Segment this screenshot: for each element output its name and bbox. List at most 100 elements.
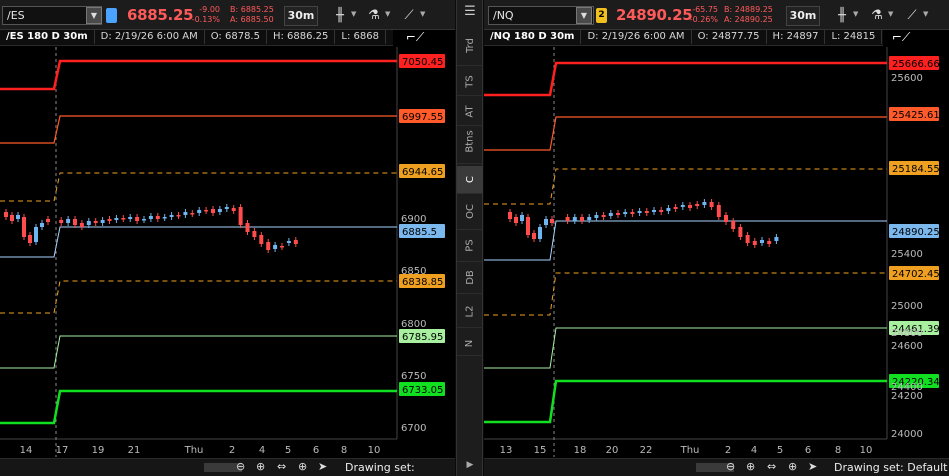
net-change: -65.75 -0.26% bbox=[684, 5, 718, 25]
pointer-icon[interactable]: ➤ bbox=[808, 460, 817, 473]
time-tick-label: Thu bbox=[184, 445, 204, 456]
candle-body bbox=[162, 217, 167, 219]
sidebar-tab-label: AT bbox=[464, 105, 476, 118]
sidebar-tab-db[interactable]: DB bbox=[457, 264, 483, 294]
candle-body bbox=[716, 205, 721, 217]
zoom-in-icon[interactable]: ⊕ bbox=[256, 460, 265, 473]
drawing-tools-icon[interactable]: ⟋ bbox=[902, 6, 922, 26]
chevron-down-icon[interactable]: ▼ bbox=[420, 10, 425, 18]
chevron-down-icon[interactable]: ▼ bbox=[888, 10, 893, 18]
sidebar-tab-label: PS bbox=[464, 239, 476, 252]
zoom-out-icon[interactable]: ⊖ bbox=[726, 460, 735, 473]
symbol-dropdown-button[interactable]: ▼ bbox=[86, 7, 102, 24]
candle-body bbox=[73, 219, 77, 225]
open-label: O: 6878.5 bbox=[205, 30, 267, 44]
candle-body bbox=[616, 213, 620, 215]
candle-body bbox=[46, 219, 50, 222]
drawing-set-label[interactable]: Drawing set: Default bbox=[345, 461, 455, 476]
link-badge[interactable] bbox=[106, 8, 117, 23]
time-tick-label: 18 bbox=[574, 445, 587, 456]
level-price-label: 6997.55 bbox=[402, 112, 443, 123]
level-price-label: 24890.25 bbox=[892, 227, 940, 238]
price-tick-label: 6900 bbox=[401, 214, 426, 225]
flask-icon[interactable]: ⚗ bbox=[364, 6, 384, 26]
pan-icon[interactable]: ⇔ bbox=[767, 460, 776, 473]
chevron-down-icon[interactable]: ▼ bbox=[853, 10, 858, 18]
sidebar-tab-l2[interactable]: L2 bbox=[457, 298, 483, 328]
chart-pane-nq: /NQ ▼ 2 24890.25 -65.75 -0.26% B: 24889.2… bbox=[484, 0, 949, 476]
hamburger-icon[interactable]: ☰ bbox=[457, 4, 483, 24]
candle-body bbox=[252, 231, 257, 237]
candle-body bbox=[520, 215, 524, 221]
crosshair-icon[interactable]: ⊕ bbox=[298, 460, 307, 473]
candle-body bbox=[731, 221, 736, 229]
change-percent: -0.13% bbox=[191, 15, 220, 24]
date-label: D: 2/19/26 6:00 AM bbox=[581, 30, 692, 44]
sidebar-tab-ts[interactable]: TS bbox=[457, 68, 483, 96]
level-price-label: 6885.5 bbox=[402, 227, 437, 238]
style-settings-icon[interactable]: ⌐⟋ bbox=[890, 30, 912, 48]
candle-body bbox=[79, 223, 84, 227]
timeframe-button[interactable]: 30m bbox=[786, 6, 820, 26]
time-tick-label: 17 bbox=[56, 445, 69, 456]
candle-body bbox=[293, 240, 298, 244]
zoom-in-icon[interactable]: ⊕ bbox=[746, 460, 755, 473]
price-chart[interactable]: 7050.45 6997.55 6944.65 6885.5 6838.85 6785.9… bbox=[0, 47, 455, 457]
style-settings-icon[interactable]: ⌐⟋ bbox=[404, 30, 426, 48]
candle-body bbox=[100, 220, 105, 223]
candle-body bbox=[238, 207, 243, 225]
net-change: -9.00 -0.13% bbox=[188, 5, 220, 25]
crosshair-icon[interactable]: ⊕ bbox=[788, 460, 797, 473]
sidebar-tab-at[interactable]: AT bbox=[457, 98, 483, 126]
sidebar-tab-oc[interactable]: OC bbox=[457, 198, 483, 230]
price-chart[interactable]: 25666.66 25425.61 25184.55 24890.25 24702.45… bbox=[484, 47, 949, 457]
chevron-down-icon[interactable]: ▼ bbox=[385, 10, 390, 18]
study-label: /NQ 180 D 30m bbox=[484, 30, 582, 44]
candle-body bbox=[774, 237, 779, 241]
chevron-down-icon[interactable]: ▼ bbox=[923, 10, 928, 18]
price-tick-label: 25000 bbox=[891, 301, 923, 312]
sidebar-tab-n[interactable]: N bbox=[457, 330, 483, 356]
sidebar-tab-ps[interactable]: PS bbox=[457, 232, 483, 262]
chevron-down-icon[interactable]: ▼ bbox=[351, 10, 356, 18]
level-price-label: 6733.05 bbox=[402, 385, 443, 396]
pan-icon[interactable]: ⇔ bbox=[277, 460, 286, 473]
time-tick-label: 6 bbox=[313, 445, 319, 456]
level-price-label: 24702.45 bbox=[892, 269, 940, 280]
sidebar-tab-trd[interactable]: Trd bbox=[457, 32, 483, 66]
flask-icon[interactable]: ⚗ bbox=[867, 6, 887, 26]
sidebar-tab-label: N bbox=[464, 339, 476, 348]
candle-body bbox=[280, 246, 284, 248]
drawing-tools-icon[interactable]: ⟋ bbox=[399, 6, 419, 26]
candle-body bbox=[28, 235, 32, 243]
time-tick-label: 8 bbox=[835, 445, 841, 456]
candle-body bbox=[550, 219, 554, 223]
candle-body bbox=[66, 219, 71, 223]
candlestick-icon[interactable]: ╫ bbox=[330, 6, 350, 26]
candle-body bbox=[86, 221, 91, 225]
sidebar-tab-c[interactable]: C bbox=[457, 166, 483, 194]
chevron-right-icon[interactable]: ▶ bbox=[457, 460, 483, 474]
candle-body bbox=[169, 215, 174, 217]
pointer-icon[interactable]: ➤ bbox=[318, 460, 327, 473]
candle-body bbox=[695, 204, 700, 206]
candle-body bbox=[155, 216, 160, 219]
candle-body bbox=[738, 227, 743, 237]
symbol-dropdown-button[interactable]: ▼ bbox=[576, 7, 592, 24]
time-tick-label: Thu bbox=[680, 445, 700, 456]
candle-body bbox=[176, 215, 181, 217]
candle-body bbox=[526, 217, 530, 235]
candle-body bbox=[608, 213, 613, 216]
candlestick-icon[interactable]: ╫ bbox=[832, 6, 852, 26]
date-label: D: 2/19/26 6:00 AM bbox=[95, 30, 205, 44]
link-badge[interactable]: 2 bbox=[596, 8, 607, 23]
bid-value: B: 6885.25 bbox=[230, 5, 274, 14]
candle-body bbox=[59, 220, 64, 223]
time-tick-label: 13 bbox=[500, 445, 513, 456]
candle-body bbox=[601, 215, 606, 217]
timeframe-button[interactable]: 30m bbox=[284, 6, 318, 26]
zoom-out-icon[interactable]: ⊖ bbox=[236, 460, 245, 473]
drawing-set-label[interactable]: Drawing set: Default bbox=[834, 461, 947, 474]
sidebar-tab-btns[interactable]: Btns bbox=[457, 128, 483, 164]
gadget-sidebar: ☰ Trd TS AT Btns C OC PS DB L2 N ▶ bbox=[456, 0, 483, 476]
